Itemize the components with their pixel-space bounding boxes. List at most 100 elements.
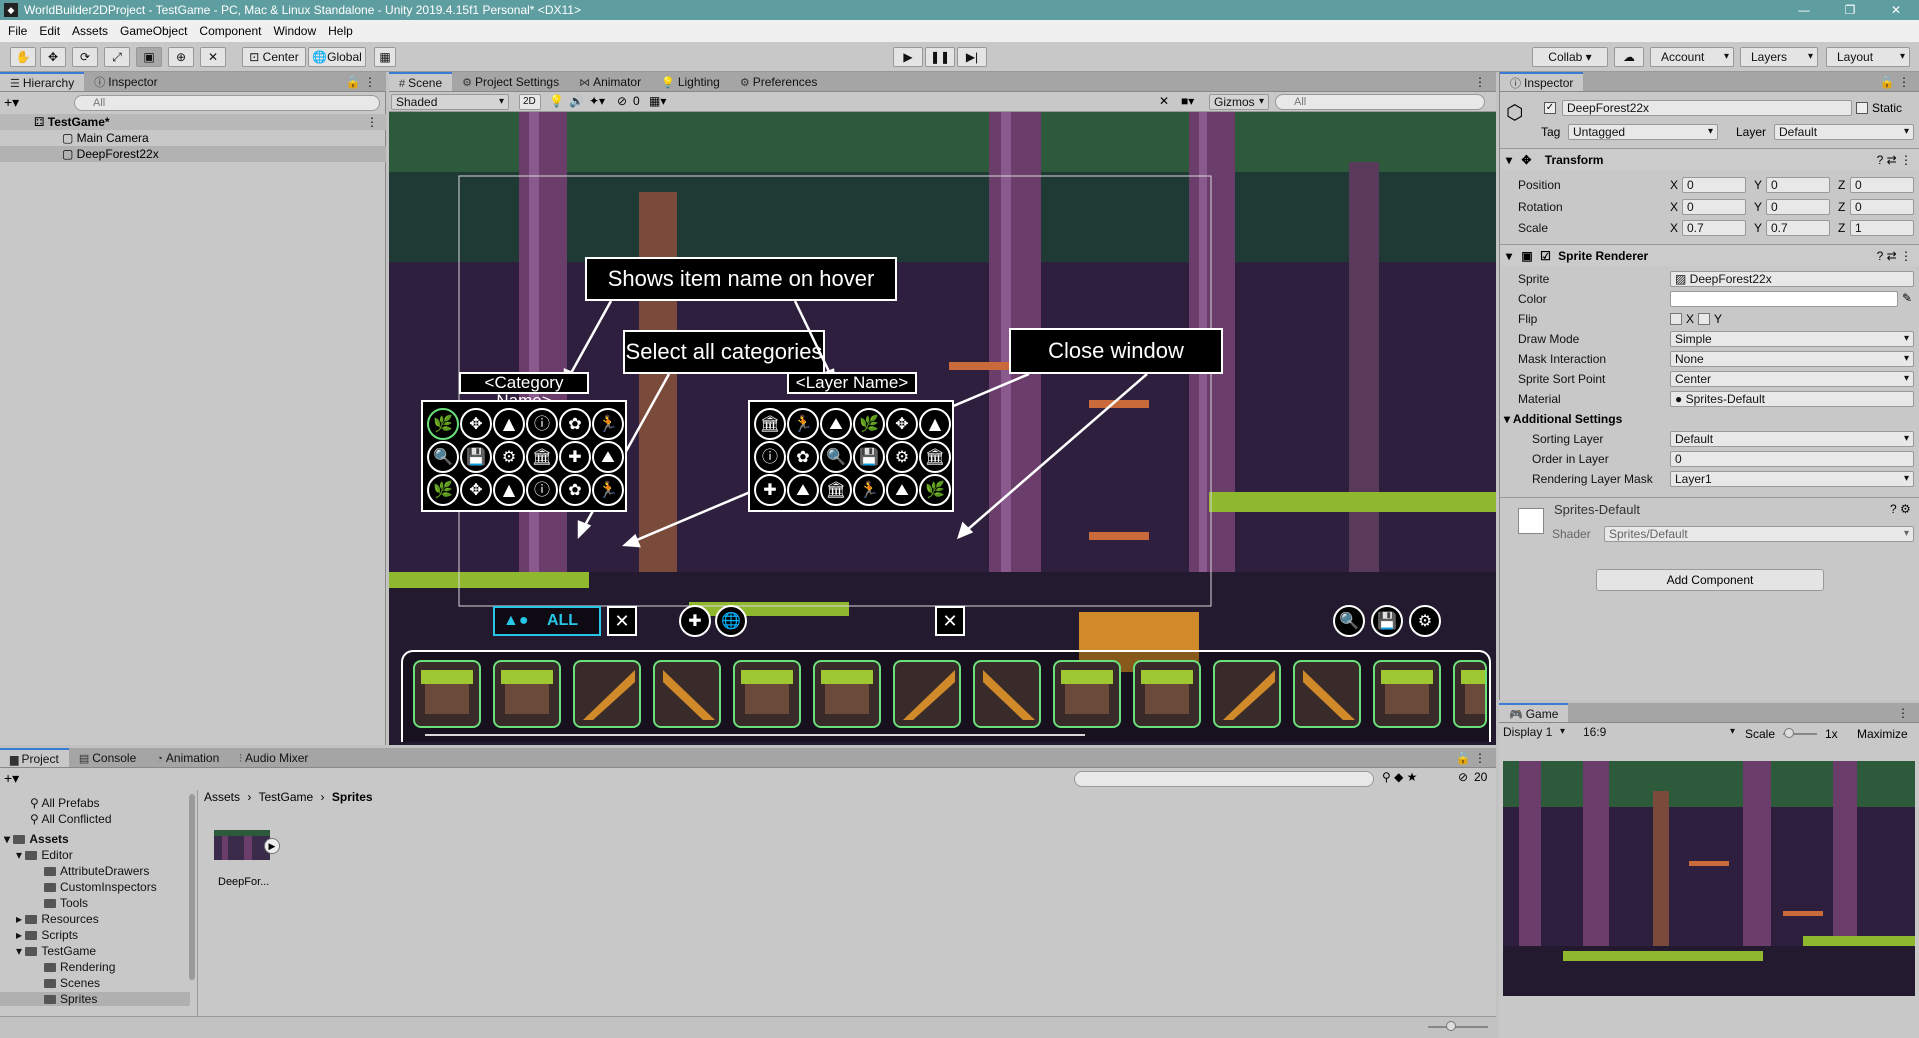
tab-project-settings[interactable]: ⚙ Project Settings [452,72,569,91]
scene-root-row[interactable]: ⚃ TestGame* ⋮ [0,114,386,130]
layer-bank-icon[interactable]: 🏛 [754,408,786,440]
create-add-icon[interactable]: +▾ [4,94,19,111]
restore-button[interactable]: ❐ [1827,0,1873,20]
custom-tool-icon[interactable]: ✕ [200,47,226,67]
sprite-renderer-header[interactable]: ▾ ▣ ☑ Sprite Renderer ? ⇄ ⋮ [1500,244,1919,266]
tab-animation[interactable]: ◔ Animation [146,748,229,767]
hierarchy-item-deepforest[interactable]: ▢ DeepForest22x [0,146,386,162]
select-all-categories-button[interactable]: ▲● ALL [493,606,601,636]
layer-flower-icon[interactable]: ✿ [787,441,819,473]
puzzle-icon[interactable]: ✚ [679,605,711,637]
category-info-icon[interactable]: ⓘ [526,474,558,506]
tile-grass-platform[interactable] [1453,660,1487,728]
order-in-layer-field[interactable]: 0 [1670,451,1914,467]
step-button[interactable]: ▶| [957,47,987,67]
effects-toggle-icon[interactable]: ✦▾ [589,94,605,108]
material-menu-icon[interactable]: ? ⚙ [1890,502,1911,516]
scene-menu-icon[interactable]: ⋮ [1464,72,1496,91]
gizmos-dropdown[interactable]: Gizmos [1209,94,1269,110]
component-menu-icon[interactable]: ? ⇄ ⋮ [1877,149,1912,171]
breadcrumb-sprites[interactable]: Sprites [332,790,373,804]
add-component-button[interactable]: Add Component [1596,569,1824,591]
tag-dropdown[interactable]: Untagged [1568,124,1718,140]
shading-mode-dropdown[interactable]: Shaded [391,94,509,110]
scale-x-field[interactable]: 0.7 [1682,220,1746,236]
flip-y-checkbox[interactable] [1698,313,1710,325]
lock-icon[interactable]: 🔒 ⋮ [1870,72,1919,91]
audio-toggle-icon[interactable]: 🔊 [569,94,584,108]
filter-icons[interactable]: ⚲ ◆ ★ [1382,770,1417,784]
hierarchy-item-main-camera[interactable]: ▢ Main Camera [0,130,386,146]
color-swatch[interactable] [1670,291,1898,307]
global-button[interactable]: 🌐Global [308,47,366,67]
layer-nature-icon[interactable]: 🌿 [919,474,951,506]
category-android-icon[interactable]: ▲ [493,474,525,506]
scale-z-field[interactable]: 1 [1850,220,1914,236]
layer-puzzle-icon[interactable]: ✚ [754,474,786,506]
tree-editor[interactable]: ▾ Editor [16,848,73,862]
object-name-field[interactable]: DeepForest22x [1562,100,1852,116]
tile-grass-platform[interactable] [813,660,881,728]
layer-search-icon[interactable]: 🔍 [820,441,852,473]
tile-slope-down[interactable] [973,660,1041,728]
rendering-layer-mask-dropdown[interactable]: Layer1 [1670,471,1914,487]
layer-move-icon[interactable]: ✥ [886,408,918,440]
grid-snap-icon[interactable]: ▦ [374,47,396,67]
category-search-icon[interactable]: 🔍 [427,441,459,473]
rect-tool-icon[interactable]: ▣ [136,47,162,67]
scale-y-field[interactable]: 0.7 [1766,220,1830,236]
additional-settings-foldout[interactable]: ▾ Additional Settings [1504,412,1622,426]
layer-mountain-icon[interactable]: ⛰ [787,474,819,506]
hidden-objects-icon[interactable]: ⊘ [617,94,627,108]
menu-gameobject[interactable]: GameObject [114,24,193,38]
position-x-field[interactable]: 0 [1682,177,1746,193]
tree-scenes[interactable]: Scenes [44,976,100,990]
tree-attribute-drawers[interactable]: AttributeDrawers [44,864,149,878]
collab-button[interactable]: Collab ▾ [1532,47,1608,67]
category-mountain-icon[interactable]: ⛰ [592,441,624,473]
hierarchy-search-input[interactable]: All [74,95,380,111]
layer-dropdown[interactable]: Default [1774,124,1914,140]
category-nature-icon[interactable]: 🌿 [427,408,459,440]
close-category-button[interactable]: ✕ [607,606,637,636]
pivot-center-button[interactable]: ⊡ Center [242,47,306,67]
close-layer-button[interactable]: ✕ [935,606,965,636]
category-move-icon[interactable]: ✥ [460,474,492,506]
tab-console[interactable]: ▤ Console [69,748,146,767]
category-gear-icon[interactable]: ⚙ [493,441,525,473]
layer-info-icon[interactable]: ⓘ [754,441,786,473]
rotation-z-field[interactable]: 0 [1850,199,1914,215]
asset-label[interactable]: DeepFor... [218,876,269,888]
globe-icon[interactable]: 🌐 [715,605,747,637]
maximize-toggle[interactable]: Maximize [1857,727,1908,741]
play-preview-icon[interactable]: ▶ [264,838,280,854]
tab-inspector-left[interactable]: ⓘ Inspector [84,72,167,91]
transform-header[interactable]: ▾ ✥ Transform ? ⇄ ⋮ [1500,148,1919,170]
layer-bank-icon[interactable]: 🏛 [820,474,852,506]
category-android-icon[interactable]: ▲ [493,408,525,440]
category-save-icon[interactable]: 💾 [460,441,492,473]
hidden-packages-icon[interactable]: ⊘ [1458,770,1468,784]
tab-preferences[interactable]: ⚙ Preferences [730,72,828,91]
tile-grass-platform[interactable] [493,660,561,728]
flip-x-checkbox[interactable] [1670,313,1682,325]
play-button[interactable]: ▶ [893,47,923,67]
tab-inspector[interactable]: ⓘ Inspector [1500,72,1584,91]
tab-game[interactable]: 🎮 Game [1499,703,1569,722]
search-icon[interactable]: 🔍 [1333,605,1365,637]
tile-grass-platform[interactable] [1053,660,1121,728]
shader-dropdown[interactable]: Sprites/Default [1604,526,1914,542]
category-puzzle-icon[interactable]: ✚ [559,441,591,473]
tile-grass-platform[interactable] [413,660,481,728]
tree-custom-inspectors[interactable]: CustomInspectors [44,880,157,894]
layer-android-icon[interactable]: ▲ [919,408,951,440]
tile-scrollbar[interactable] [425,734,1085,736]
category-nature-icon[interactable]: 🌿 [427,474,459,506]
save-icon[interactable]: 💾 [1371,605,1403,637]
aspect-dropdown[interactable]: 16:9 [1579,725,1739,741]
move-tool-icon[interactable]: ✥ [40,47,66,67]
category-person-icon[interactable]: 🏃 [592,408,624,440]
tree-rendering[interactable]: Rendering [44,960,115,974]
layer-mountain-icon[interactable]: ⛰ [886,474,918,506]
category-info-icon[interactable]: ⓘ [526,408,558,440]
